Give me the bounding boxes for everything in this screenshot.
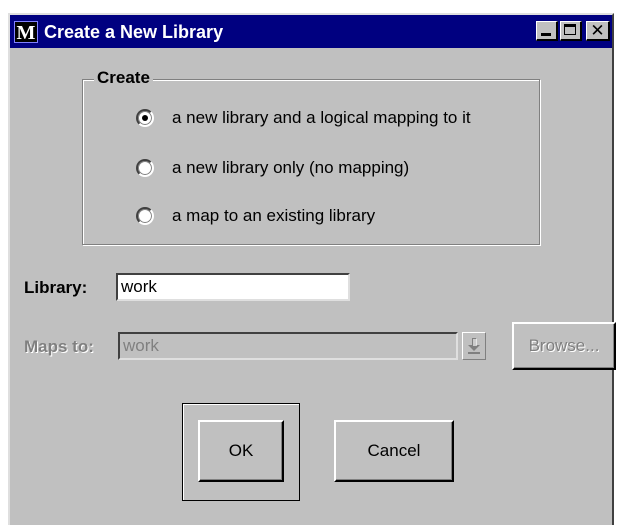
radio-button[interactable] <box>136 159 154 177</box>
window-title: Create a New Library <box>44 22 224 42</box>
library-label: Library: <box>24 278 88 297</box>
radio-label[interactable]: a new library only (no mapping) <box>172 157 409 179</box>
app-icon-letter: M <box>16 22 36 44</box>
cancel-button[interactable]: Cancel <box>334 420 454 482</box>
maximize-button[interactable] <box>560 21 582 41</box>
ok-button[interactable]: OK <box>198 420 284 482</box>
maps-to-dropdown-button[interactable] <box>462 332 486 360</box>
maps-to-input[interactable] <box>118 332 458 360</box>
create-library-dialog: M Create a New Library ✕ Create a new li… <box>8 13 616 525</box>
radio-label[interactable]: a map to an existing library <box>172 205 375 227</box>
radio-label[interactable]: a new library and a logical mapping to i… <box>172 107 471 129</box>
radio-button[interactable] <box>136 109 154 127</box>
radio-button[interactable] <box>136 207 154 225</box>
title-bar[interactable]: M Create a New Library ✕ <box>10 15 612 48</box>
close-button[interactable]: ✕ <box>586 21 610 41</box>
radio-selected-dot <box>142 115 148 121</box>
down-arrow-icon <box>468 338 480 354</box>
minimize-icon <box>541 33 551 36</box>
app-icon[interactable]: M <box>14 21 38 44</box>
browse-button[interactable]: Browse... <box>512 322 616 370</box>
library-input[interactable] <box>116 273 350 301</box>
create-group-label: Create <box>94 67 153 89</box>
maps-to-label: Maps to: <box>24 337 94 356</box>
maximize-icon <box>564 24 576 35</box>
close-icon: ✕ <box>590 21 605 41</box>
minimize-button[interactable] <box>536 21 558 41</box>
